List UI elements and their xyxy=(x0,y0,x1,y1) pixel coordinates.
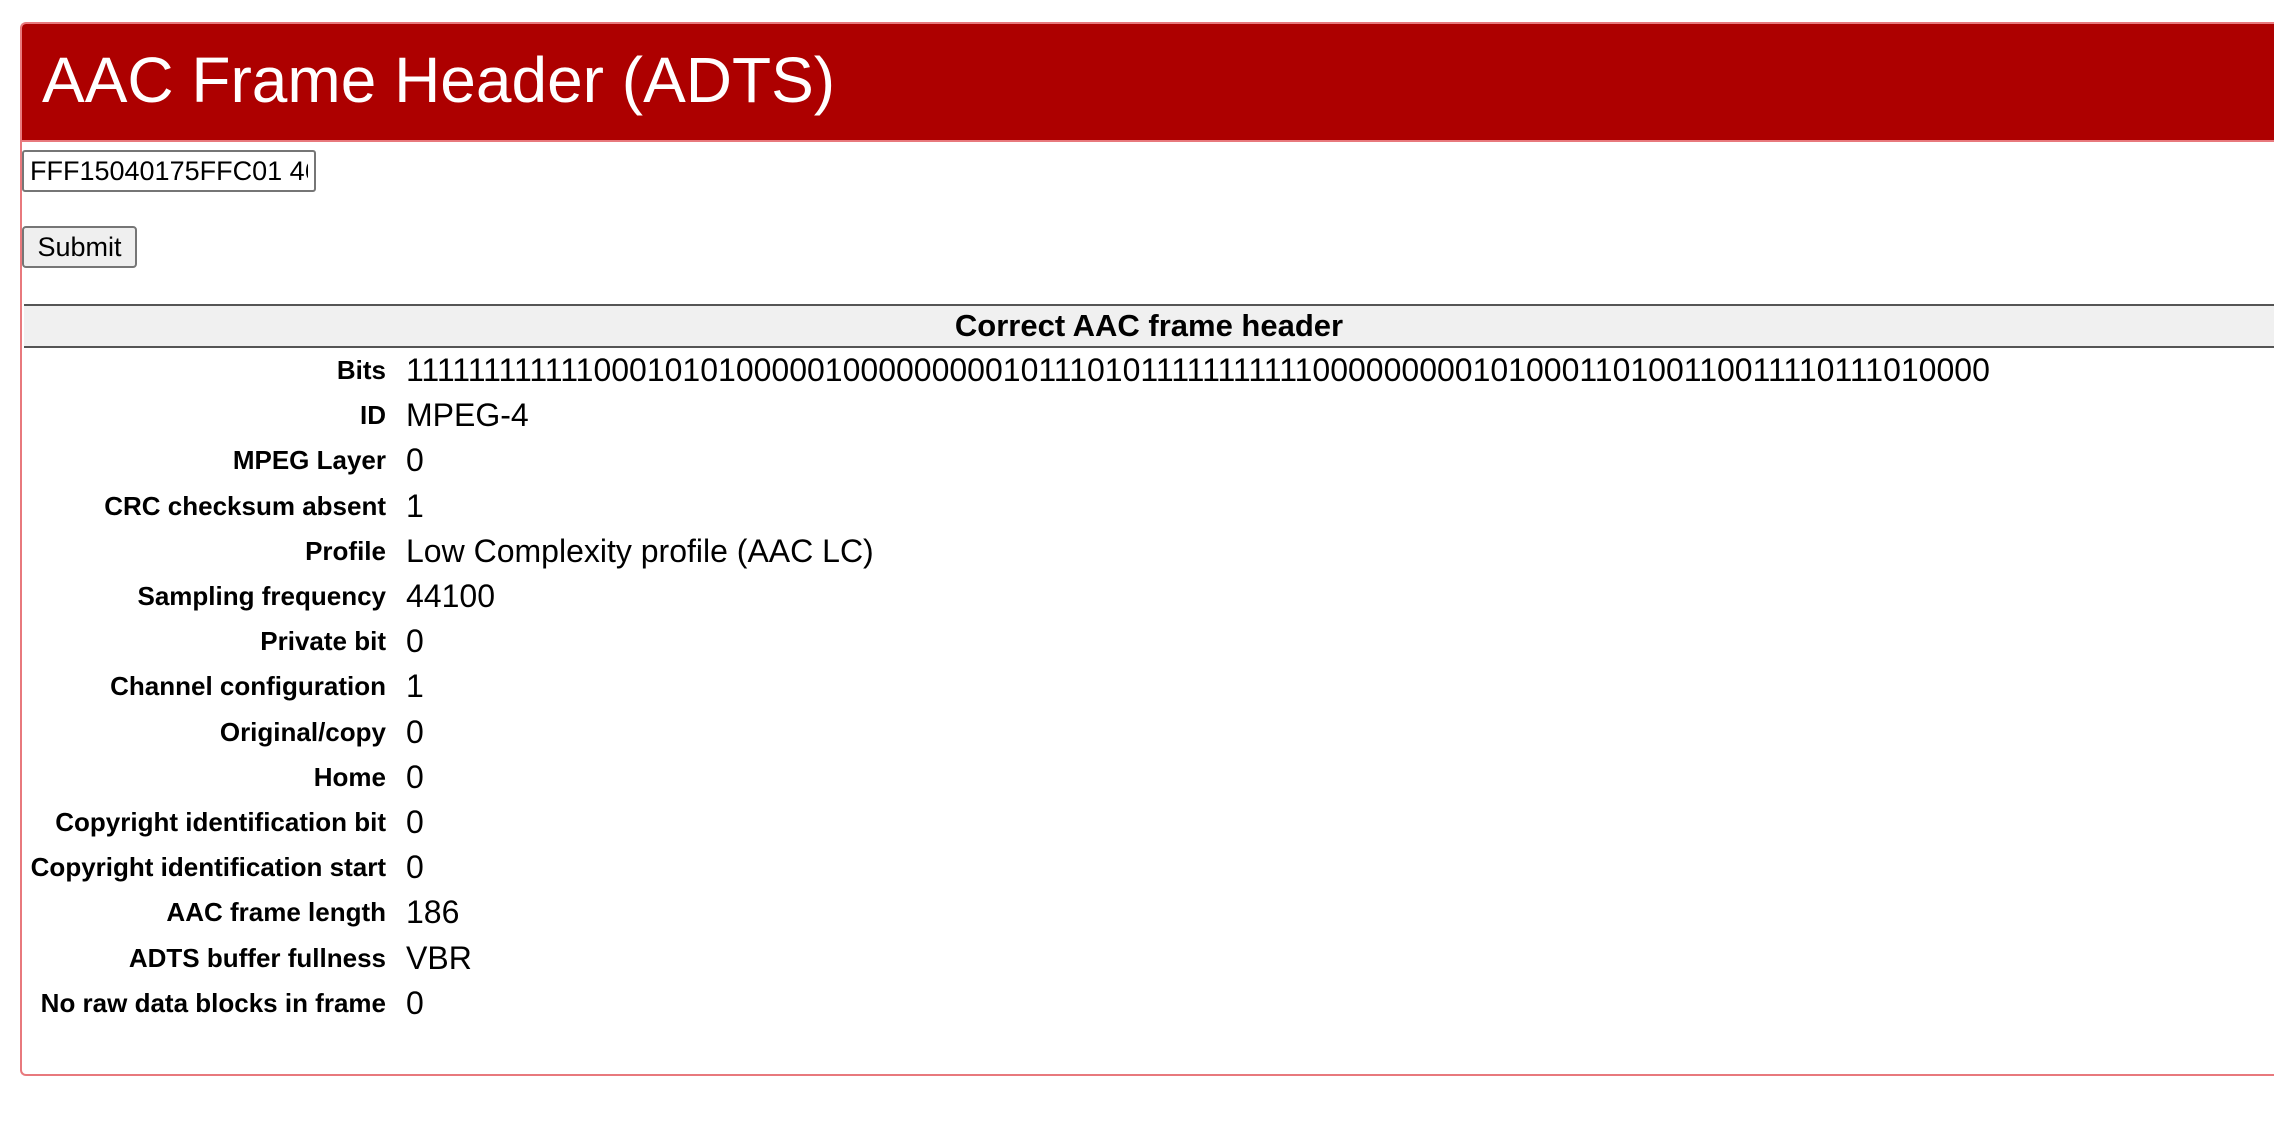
hex-input[interactable] xyxy=(22,150,316,192)
caption-row: Correct AAC frame header xyxy=(24,304,2274,348)
table-row: Bits 11111111111100010101000001000000000… xyxy=(24,347,2274,393)
table-caption: Correct AAC frame header xyxy=(24,304,2274,348)
row-value: 1 xyxy=(406,668,424,705)
row-value: 0 xyxy=(406,849,424,886)
row-label: Sampling frequency xyxy=(137,581,387,612)
row-value: 44100 xyxy=(406,578,495,615)
row-value: Low Complexity profile (AAC LC) xyxy=(406,532,874,569)
table-row: ID MPEG-4 xyxy=(24,393,2274,438)
table-row: No raw data blocks in frame 0 xyxy=(24,981,2274,1026)
row-label: CRC checksum absent xyxy=(104,490,386,521)
header-banner: AAC Frame Header (ADTS) xyxy=(22,24,2274,142)
table-row: Original/copy 0 xyxy=(24,710,2274,755)
table-row: Home 0 xyxy=(24,755,2274,800)
row-value: 0 xyxy=(406,758,424,795)
row-value: 0 xyxy=(406,803,424,840)
page-title: AAC Frame Header (ADTS) xyxy=(42,44,836,116)
table-row: Copyright identification bit 0 xyxy=(24,800,2274,845)
row-value: MPEG-4 xyxy=(406,397,529,434)
row-value: 1 xyxy=(406,487,424,524)
row-label: Copyright identification bit xyxy=(55,806,386,837)
result-table: Correct AAC frame header Bits 1111111111… xyxy=(24,304,2274,1026)
table-row: Copyright identification start 0 xyxy=(24,845,2274,890)
row-label: Channel configuration xyxy=(110,671,386,702)
row-value: 0 xyxy=(406,984,424,1021)
row-value: 1111111111110001010100000100000000010111… xyxy=(406,352,1990,389)
row-label: Profile xyxy=(305,535,386,566)
table-row: ADTS buffer fullness VBR xyxy=(24,935,2274,980)
row-label: Original/copy xyxy=(219,716,386,747)
row-label: ADTS buffer fullness xyxy=(128,942,386,973)
row-label: AAC frame length xyxy=(166,897,386,928)
row-label: ID xyxy=(360,400,386,431)
row-value: 0 xyxy=(406,623,424,660)
row-label: Bits xyxy=(336,355,386,386)
table-row: Channel configuration 1 xyxy=(24,664,2274,709)
row-label: No raw data blocks in frame xyxy=(40,987,386,1018)
table-row: MPEG Layer 0 xyxy=(24,438,2274,483)
row-label: Copyright identification start xyxy=(30,852,386,883)
table-row: Private bit 0 xyxy=(24,619,2274,664)
table-row: Sampling frequency 44100 xyxy=(24,574,2274,619)
row-label: Home xyxy=(313,761,386,792)
row-value: 0 xyxy=(406,713,424,750)
table-row: AAC frame length 186 xyxy=(24,890,2274,935)
row-value: VBR xyxy=(406,939,472,976)
table-row: Profile Low Complexity profile (AAC LC) xyxy=(24,529,2274,574)
row-value: 0 xyxy=(406,442,424,479)
row-label: MPEG Layer xyxy=(232,445,386,476)
row-label: Private bit xyxy=(260,626,386,657)
table-row: CRC checksum absent 1 xyxy=(24,484,2274,529)
submit-button[interactable]: Submit xyxy=(22,226,137,268)
row-value: 186 xyxy=(406,894,460,931)
